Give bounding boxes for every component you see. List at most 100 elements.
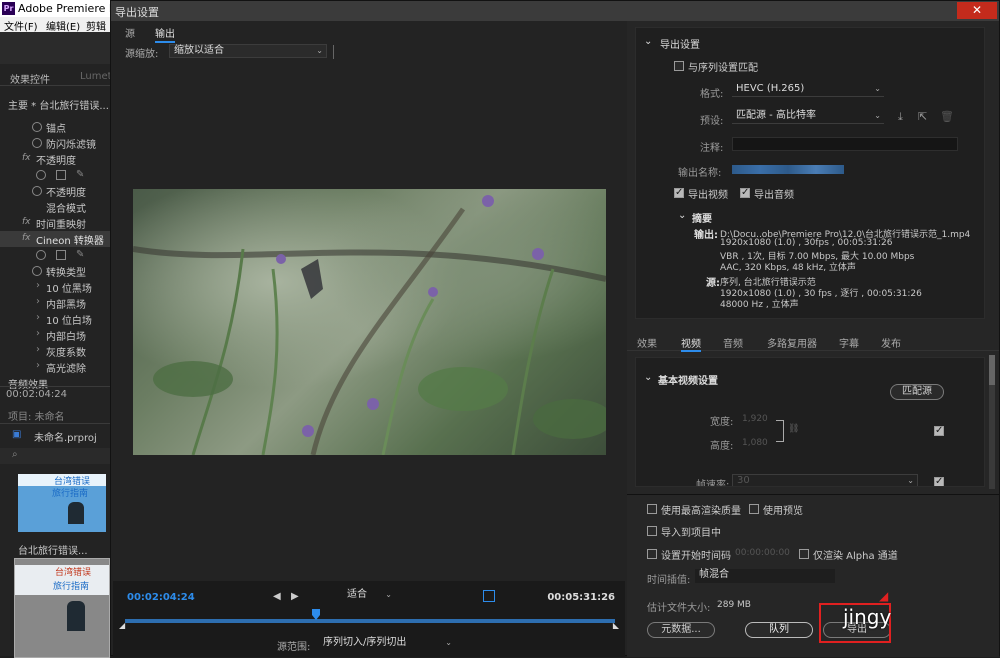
queue-button[interactable]: 队列 bbox=[745, 622, 813, 638]
premiere-logo-icon: Pr bbox=[2, 2, 15, 15]
fx-row-internal-black[interactable]: › 内部黑场 bbox=[0, 295, 110, 311]
format-dropdown[interactable]: HEVC (H.265) ⌄ bbox=[732, 83, 884, 97]
fx-row-blend-mode[interactable]: 混合模式 bbox=[0, 199, 110, 215]
rect-mask-icon[interactable] bbox=[56, 250, 66, 260]
tab-output[interactable]: 输出 bbox=[155, 25, 175, 43]
current-timecode[interactable]: 00:02:04:24 bbox=[127, 592, 195, 603]
sequence-label: 主要 * 台北旅行错误... bbox=[8, 101, 109, 112]
tab-project[interactable]: 项目: 未命名 bbox=[8, 408, 65, 423]
basic-video-header: 基本视频设置 bbox=[658, 376, 718, 387]
delete-preset-icon[interactable]: 🗑 bbox=[940, 110, 954, 123]
timeline-track[interactable] bbox=[125, 619, 615, 623]
crop-icon[interactable] bbox=[483, 590, 495, 602]
match-sequence-checkbox[interactable] bbox=[674, 61, 684, 71]
stopwatch-icon[interactable] bbox=[32, 138, 42, 148]
clip-thumbnail[interactable]: 台湾错误 旅行指南 bbox=[18, 474, 106, 532]
rect-mask-icon[interactable] bbox=[56, 170, 66, 180]
source-range-dropdown[interactable]: 序列切入/序列切出 ⌄ bbox=[319, 637, 455, 651]
project-search[interactable]: ⌕ bbox=[0, 448, 110, 464]
stopwatch-icon[interactable] bbox=[32, 122, 42, 132]
stopwatch-icon[interactable] bbox=[32, 266, 42, 276]
watermark-text: jingy bbox=[843, 605, 892, 629]
match-dimension-checkbox[interactable] bbox=[934, 425, 944, 436]
chevron-down-icon: ⌄ bbox=[445, 638, 452, 647]
height-value[interactable]: 1,080 bbox=[742, 438, 768, 448]
tab-publish[interactable]: 发布 bbox=[881, 335, 901, 350]
expand-chevron-icon[interactable]: › bbox=[36, 328, 40, 339]
tab-video[interactable]: 视频 bbox=[681, 335, 701, 352]
tab-effects[interactable]: 效果 bbox=[637, 335, 657, 350]
import-preset-icon[interactable]: ⇱ bbox=[918, 110, 927, 123]
use-previews-checkbox[interactable] bbox=[749, 504, 759, 514]
menu-clip[interactable]: 剪辑 bbox=[86, 18, 106, 33]
export-video-checkbox[interactable] bbox=[674, 187, 684, 198]
fx-row-opacity[interactable]: fx 不透明度 bbox=[0, 151, 110, 167]
fx-label: 锚点 bbox=[46, 124, 66, 135]
expand-chevron-icon[interactable]: › bbox=[36, 280, 40, 291]
time-interpolation-dropdown[interactable]: 帧混合 bbox=[695, 569, 835, 583]
tab-captions[interactable]: 字幕 bbox=[839, 335, 859, 350]
width-value[interactable]: 1,920 bbox=[742, 414, 768, 424]
fx-row-10bit-white[interactable]: › 10 位白场 bbox=[0, 311, 110, 327]
stopwatch-icon[interactable] bbox=[32, 186, 42, 196]
fx-row-time-remap[interactable]: fx 时间重映射 bbox=[0, 215, 110, 231]
search-icon: ⌕ bbox=[12, 449, 18, 460]
chain-link-icon[interactable]: ⛓ bbox=[788, 424, 799, 434]
tab-multiplexer[interactable]: 多路复用器 bbox=[767, 335, 817, 350]
expand-chevron-icon[interactable]: › bbox=[36, 296, 40, 307]
export-settings-dialog: 导出设置 ✕ 源 输出 源缩放: 缩放以适合 ⌄ 00:02:04:24 ◀ ▶… bbox=[110, 0, 1000, 657]
fx-row-conversion-type[interactable]: 转换类型 bbox=[0, 263, 110, 279]
summary-chevron-icon[interactable]: ⌄ bbox=[678, 210, 686, 221]
save-preset-icon[interactable]: ⤓ bbox=[898, 110, 903, 124]
preset-dropdown[interactable]: 匹配源 - 高比特率 ⌄ bbox=[732, 110, 884, 124]
pen-mask-icon[interactable]: ✎ bbox=[76, 169, 84, 180]
fit-dropdown[interactable]: 适合 ⌄ bbox=[343, 589, 395, 603]
max-render-quality-checkbox[interactable] bbox=[647, 504, 657, 514]
clip-label-row: 台北旅行错误... bbox=[0, 541, 110, 557]
playhead-handle[interactable] bbox=[312, 609, 321, 621]
comment-input[interactable] bbox=[732, 137, 958, 151]
pen-mask-icon[interactable]: ✎ bbox=[76, 249, 84, 260]
expand-chevron-icon[interactable]: › bbox=[36, 360, 40, 371]
render-alpha-checkbox[interactable] bbox=[799, 549, 809, 559]
ellipse-mask-icon[interactable] bbox=[36, 170, 46, 180]
fx-row-10bit-black[interactable]: › 10 位黑场 bbox=[0, 279, 110, 295]
fx-label: 灰度系数 bbox=[46, 348, 86, 359]
set-start-timecode-checkbox[interactable] bbox=[647, 549, 657, 559]
close-icon[interactable]: ✕ bbox=[957, 2, 997, 19]
match-source-button[interactable]: 匹配源 bbox=[890, 384, 944, 400]
scrollbar-thumb[interactable] bbox=[989, 355, 995, 385]
tab-effect-controls[interactable]: 效果控件 bbox=[10, 71, 50, 86]
expand-chevron-icon[interactable]: › bbox=[36, 344, 40, 355]
output-name-link[interactable] bbox=[732, 165, 844, 174]
collapse-chevron-icon[interactable]: ⌄ bbox=[644, 36, 652, 47]
in-point-icon[interactable]: ◢ bbox=[119, 621, 125, 630]
source-scaling-dropdown[interactable]: 缩放以适合 ⌄ bbox=[169, 44, 327, 58]
frame-rate-dropdown[interactable]: 30 ⌄ bbox=[732, 474, 918, 486]
scrollbar[interactable] bbox=[989, 355, 995, 489]
tab-audio[interactable]: 音频 bbox=[723, 335, 743, 350]
collapse-chevron-icon[interactable]: ⌄ bbox=[644, 372, 652, 383]
out-point-icon[interactable]: ◣ bbox=[613, 621, 619, 630]
match-frame-rate-checkbox[interactable] bbox=[934, 476, 944, 486]
mark-in-icon[interactable]: ◀ bbox=[273, 591, 281, 602]
menu-edit[interactable]: 编辑(E) bbox=[46, 18, 80, 33]
fx-row-opacity-value[interactable]: 不透明度 bbox=[0, 183, 110, 199]
metadata-button[interactable]: 元数据... bbox=[647, 622, 715, 638]
start-timecode-value[interactable]: 00:00:00:00 bbox=[735, 548, 790, 558]
export-audio-checkbox[interactable] bbox=[740, 187, 750, 198]
fx-row-anchor[interactable]: 锚点 bbox=[0, 119, 110, 135]
import-into-project-checkbox[interactable] bbox=[647, 526, 657, 536]
clip-thumbnail-selected[interactable]: 台湾错误 旅行指南 bbox=[14, 558, 110, 658]
fx-row-gamma[interactable]: › 灰度系数 bbox=[0, 343, 110, 359]
mark-out-icon[interactable]: ▶ bbox=[291, 591, 299, 602]
ellipse-mask-icon[interactable] bbox=[36, 250, 46, 260]
expand-chevron-icon[interactable]: › bbox=[36, 312, 40, 323]
fx-row-internal-white[interactable]: › 内部白场 bbox=[0, 327, 110, 343]
fx-row-cineon[interactable]: fx Cineon 转换器 bbox=[0, 231, 110, 247]
fx-row-highlight-rolloff[interactable]: › 高光滤除 bbox=[0, 359, 110, 375]
fx-row-flicker[interactable]: 防闪烁滤镜 bbox=[0, 135, 110, 151]
match-sequence-label: 与序列设置匹配 bbox=[688, 63, 758, 74]
menu-file[interactable]: 文件(F) bbox=[4, 18, 38, 33]
tab-source[interactable]: 源 bbox=[125, 25, 135, 40]
